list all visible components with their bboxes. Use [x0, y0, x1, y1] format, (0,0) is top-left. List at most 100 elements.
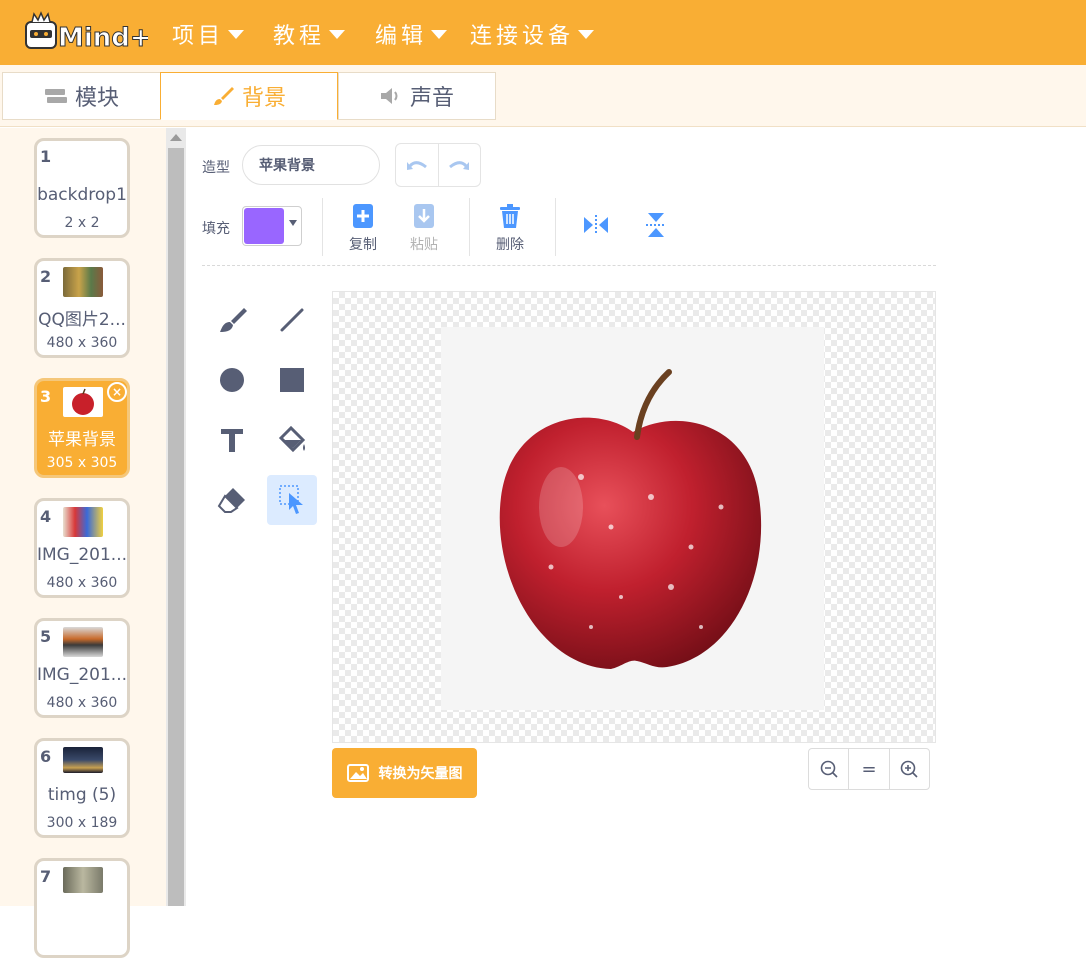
paint-canvas[interactable] [332, 291, 936, 743]
backdrop-size: 480 x 360 [46, 575, 118, 591]
scroll-thumb[interactable] [168, 148, 184, 906]
zoom-reset-label: = [861, 758, 877, 780]
zoom-controls: = [808, 748, 930, 790]
blocks-icon [44, 89, 67, 103]
backdrop-name: IMG_201... [37, 665, 127, 685]
circle-icon [220, 368, 244, 392]
copy-button[interactable]: 复制 [338, 202, 388, 254]
delete-backdrop-icon[interactable]: × [107, 382, 127, 402]
flip-vertical-button[interactable] [631, 200, 681, 250]
speaker-icon [380, 88, 398, 104]
menu-bar: Mind+ 项目 教程 编辑 连接设备 [0, 0, 1086, 65]
redo-icon [449, 161, 470, 170]
paint-bucket-icon [278, 426, 306, 453]
flip-vertical-icon [646, 213, 666, 237]
backdrop-name: backdrop1 [37, 185, 127, 205]
menu-tutorial-label: 教程 [273, 24, 326, 49]
brush-tool[interactable] [207, 295, 257, 345]
fill-color-picker[interactable] [242, 206, 302, 246]
undo-redo-group [395, 143, 481, 187]
fill-tool[interactable] [267, 415, 317, 465]
zoom-reset-button[interactable]: = [848, 749, 888, 789]
paste-icon [414, 204, 434, 228]
circle-tool[interactable] [207, 355, 257, 405]
backdrop-thumbnail [63, 747, 103, 773]
tab-blocks[interactable]: 模块 [2, 72, 162, 120]
backdrop-thumbnail [63, 507, 103, 537]
copy-label: 复制 [349, 237, 377, 253]
rectangle-tool[interactable] [267, 355, 317, 405]
backdrop-item[interactable]: 7 [34, 858, 130, 958]
menu-edit-label: 编辑 [375, 24, 428, 49]
backdrop-number: 1 [40, 147, 52, 166]
mind-plus-logo[interactable]: Mind+ [22, 10, 152, 58]
delete-label: 删除 [496, 237, 524, 253]
menu-project[interactable]: 项目 [172, 18, 245, 50]
backdrop-item-selected[interactable]: 3 × 苹果背景 305 x 305 [34, 378, 130, 478]
backdrop-number: 6 [40, 747, 52, 766]
backdrop-size: 300 x 189 [46, 815, 118, 831]
backdrop-item[interactable]: 1 backdrop1 2 x 2 [34, 138, 130, 238]
zoom-out-button[interactable] [809, 749, 848, 789]
select-tool[interactable] [267, 475, 317, 525]
chevron-down-icon [431, 29, 448, 39]
tab-backdrops[interactable]: 背景 [160, 72, 338, 120]
backdrop-number: 3 [40, 387, 52, 406]
chevron-down-icon [228, 29, 245, 39]
line-tool[interactable] [267, 295, 317, 345]
backdrop-size: 480 x 360 [46, 335, 118, 351]
backdrop-list: 1 backdrop1 2 x 2 2 QQ图片2... 480 x 360 3… [0, 128, 166, 958]
backdrop-number: 5 [40, 627, 52, 646]
copy-icon [353, 204, 373, 228]
editor-tabs: 模块 背景 声音 [0, 65, 1086, 127]
convert-to-vector-label: 转换为矢量图 [378, 766, 463, 782]
toolbar-divider [555, 198, 556, 256]
backdrop-thumbnail [63, 627, 103, 657]
brush-icon [220, 308, 247, 332]
backdrop-item[interactable]: 5 IMG_201... 480 x 360 [34, 618, 130, 718]
costume-name-label: 造型 [202, 160, 230, 176]
zoom-in-icon [901, 760, 918, 778]
toolbar-divider-dashed [202, 265, 936, 266]
zoom-in-button[interactable] [888, 749, 929, 789]
toolbar-divider [469, 198, 470, 256]
undo-button[interactable] [396, 144, 439, 186]
backdrop-thumbnail [63, 387, 103, 417]
menu-connect-device-label: 连接设备 [470, 24, 575, 49]
trash-icon [500, 204, 520, 228]
undo-icon [406, 161, 427, 170]
flip-horizontal-icon [584, 215, 608, 235]
menu-tutorial[interactable]: 教程 [273, 18, 346, 50]
costume-name-input[interactable] [242, 145, 380, 185]
text-icon [221, 429, 243, 452]
scroll-up-arrow-icon[interactable] [170, 134, 182, 141]
menu-connect-device[interactable]: 连接设备 [470, 18, 595, 50]
redo-button[interactable] [439, 144, 481, 186]
backdrop-list-scrollbar[interactable] [166, 128, 186, 906]
backdrop-number: 2 [40, 267, 52, 286]
convert-to-vector-button[interactable]: 转换为矢量图 [332, 748, 477, 798]
tab-sounds-label: 声音 [409, 86, 454, 111]
backdrop-name: IMG_201... [37, 545, 127, 565]
line-icon [280, 308, 304, 332]
apple-image [441, 327, 824, 710]
backdrop-name: QQ图片2... [38, 310, 126, 330]
select-icon [279, 485, 303, 514]
backdrop-item[interactable]: 4 IMG_201... 480 x 360 [34, 498, 130, 598]
eraser-tool[interactable] [207, 475, 257, 525]
chevron-down-icon [329, 29, 346, 39]
backdrop-name: timg (5) [47, 785, 117, 805]
text-tool[interactable] [207, 415, 257, 465]
menu-edit[interactable]: 编辑 [375, 18, 448, 50]
delete-button[interactable]: 删除 [485, 202, 535, 254]
backdrop-item[interactable]: 2 QQ图片2... 480 x 360 [34, 258, 130, 358]
menu-project-label: 项目 [172, 24, 225, 49]
paste-button[interactable]: 粘贴 [399, 202, 449, 254]
paint-editor: 造型 填充 复制 [186, 128, 1086, 906]
eraser-icon [217, 488, 245, 513]
backdrop-number: 7 [40, 867, 52, 886]
tab-sounds[interactable]: 声音 [338, 72, 496, 120]
flip-horizontal-button[interactable] [571, 200, 621, 250]
backdrop-item[interactable]: 6 timg (5) 300 x 189 [34, 738, 130, 838]
tab-backdrops-label: 背景 [241, 86, 286, 111]
